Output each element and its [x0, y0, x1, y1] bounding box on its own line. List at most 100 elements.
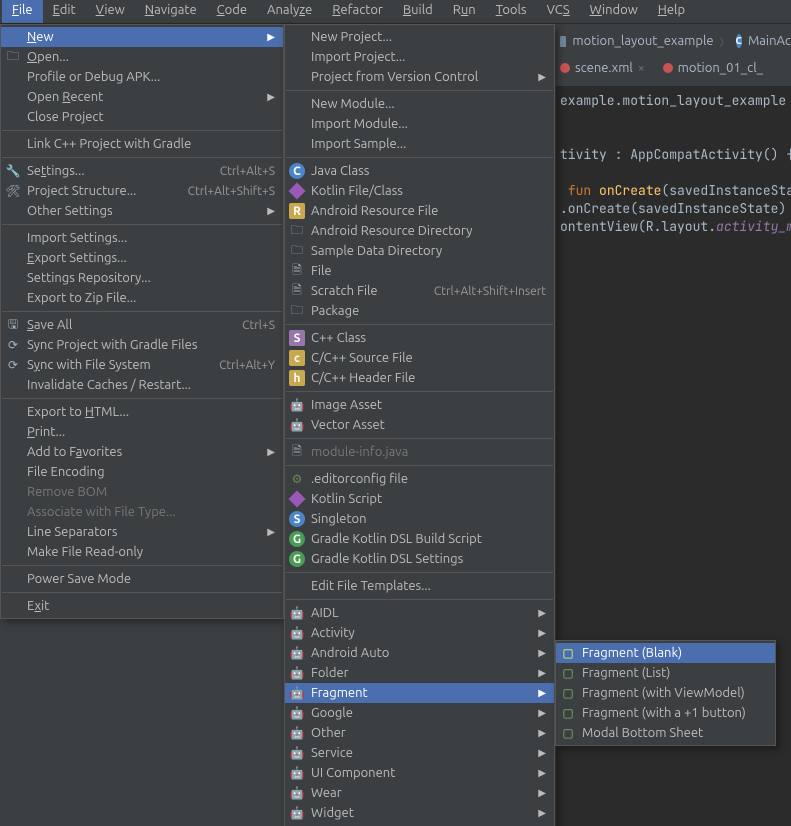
menu-item-readonly[interactable]: Make File Read-only: [1, 542, 283, 562]
menu-item-fragment-blank[interactable]: ▢Fragment (Blank): [556, 643, 775, 663]
menu-item-android-resource-dir[interactable]: 🗀Android Resource Directory: [285, 221, 554, 241]
menu-item-assoc-file-type: Associate with File Type...: [1, 502, 283, 522]
menu-item-cpp-source[interactable]: cC/C++ Source File: [285, 348, 554, 368]
menubar-item-build[interactable]: Build: [393, 0, 443, 23]
android-icon: 🤖: [289, 397, 305, 413]
menu-item-import-settings[interactable]: Import Settings...: [1, 228, 283, 248]
menu-item-profile-apk[interactable]: Profile or Debug APK...: [1, 67, 283, 87]
menu-item-other[interactable]: 🤖Other▶: [285, 723, 554, 743]
cpp-source-icon: c: [289, 350, 305, 366]
menu-item-project-structure[interactable]: 🛠Project Structure...Ctrl+Alt+Shift+S: [1, 181, 283, 201]
separator: [2, 157, 282, 158]
separator: [286, 465, 553, 466]
separator: [286, 572, 553, 573]
menu-item-open-recent[interactable]: Open Recent▶: [1, 87, 283, 107]
menu-item-fragment[interactable]: 🤖Fragment▶: [285, 683, 554, 703]
menu-item-module-info: 🗎module-info.java: [285, 442, 554, 462]
menu-item-file-encoding[interactable]: File Encoding: [1, 462, 283, 482]
menu-item-gradle-kts-build[interactable]: GGradle Kotlin DSL Build Script: [285, 529, 554, 549]
menu-item-sample-data-dir[interactable]: 🗀Sample Data Directory: [285, 241, 554, 261]
menu-item-save-all[interactable]: 🖫Save AllCtrl+S: [1, 315, 283, 335]
menubar-item-edit[interactable]: Edit: [43, 0, 86, 23]
menu-item-import-sample[interactable]: Import Sample...: [285, 134, 554, 154]
menu-item-settings[interactable]: 🔧Settings...Ctrl+Alt+S: [1, 161, 283, 181]
menu-item-google[interactable]: 🤖Google▶: [285, 703, 554, 723]
menu-item-import-module[interactable]: Import Module...: [285, 114, 554, 134]
menu-item-add-favorites[interactable]: Add to Favorites▶: [1, 442, 283, 462]
java-class-icon: C: [289, 163, 305, 179]
file-menu: New▶ 🗀Open... Profile or Debug APK... Op…: [0, 24, 284, 619]
menu-item-gradle-kts-settings[interactable]: GGradle Kotlin DSL Settings: [285, 549, 554, 569]
menu-item-project-from-vcs[interactable]: Project from Version Control▶: [285, 67, 554, 87]
menu-item-power-save[interactable]: Power Save Mode: [1, 569, 283, 589]
menu-item-activity[interactable]: 🤖Activity▶: [285, 623, 554, 643]
menu-item-fragment-list[interactable]: ▢Fragment (List): [556, 663, 775, 683]
menu-item-scratch[interactable]: 🗎Scratch FileCtrl+Alt+Shift+Insert: [285, 281, 554, 301]
menubar-item-view[interactable]: View: [86, 0, 135, 23]
editor-tab-scene[interactable]: scene.xml ×: [560, 61, 645, 75]
menu-item-new-module[interactable]: New Module...: [285, 94, 554, 114]
menubar-item-tools[interactable]: Tools: [486, 0, 537, 23]
close-icon[interactable]: ×: [638, 62, 645, 75]
menubar-item-vcs[interactable]: VCS: [537, 0, 580, 23]
menu-item-android-resource-file[interactable]: RAndroid Resource File: [285, 201, 554, 221]
menu-item-exit[interactable]: Exit: [1, 596, 283, 616]
menu-item-fragment-viewmodel[interactable]: ▢Fragment (with ViewModel): [556, 683, 775, 703]
menu-item-settings-repo[interactable]: Settings Repository...: [1, 268, 283, 288]
menu-item-vector-asset[interactable]: 🤖Vector Asset: [285, 415, 554, 435]
menu-item-sync-fs[interactable]: ⟳Sync with File SystemCtrl+Alt+Y: [1, 355, 283, 375]
menu-item-singleton[interactable]: SSingleton: [285, 509, 554, 529]
menu-item-open[interactable]: 🗀Open...: [1, 47, 283, 67]
menu-item-ui-component[interactable]: 🤖UI Component▶: [285, 763, 554, 783]
menu-item-android-auto[interactable]: 🤖Android Auto▶: [285, 643, 554, 663]
menu-item-close-project[interactable]: Close Project: [1, 107, 283, 127]
menu-item-cpp-class[interactable]: SC++ Class: [285, 328, 554, 348]
menu-item-cpp-header[interactable]: hC/C++ Header File: [285, 368, 554, 388]
breadcrumb-class[interactable]: MainAc: [748, 34, 791, 48]
menubar-item-refactor[interactable]: Refactor: [322, 0, 393, 23]
menu-item-modal-bottom-sheet[interactable]: ▢Modal Bottom Sheet: [556, 723, 775, 743]
menubar-item-run[interactable]: Run: [443, 0, 486, 23]
menu-item-export-settings[interactable]: Export Settings...: [1, 248, 283, 268]
menu-item-service[interactable]: 🤖Service▶: [285, 743, 554, 763]
menu-item-new-project[interactable]: New Project...: [285, 27, 554, 47]
menu-item-invalidate[interactable]: Invalidate Caches / Restart...: [1, 375, 283, 395]
menu-item-other-settings[interactable]: Other Settings▶: [1, 201, 283, 221]
menubar-item-analyze[interactable]: Analyze: [257, 0, 322, 23]
menu-item-link-cpp[interactable]: Link C++ Project with Gradle: [1, 134, 283, 154]
editor-tab-motion[interactable]: motion_01_cl_: [663, 61, 763, 75]
menu-item-edit-templates[interactable]: Edit File Templates...: [285, 576, 554, 596]
menu-item-widget[interactable]: 🤖Widget▶: [285, 803, 554, 823]
menu-item-import-project[interactable]: Import Project...: [285, 47, 554, 67]
menu-item-package[interactable]: 🗀Package: [285, 301, 554, 321]
menu-item-line-separators[interactable]: Line Separators▶: [1, 522, 283, 542]
kotlin-icon: [289, 491, 305, 507]
menubar-item-navigate[interactable]: Navigate: [135, 0, 207, 23]
menu-item-aidl[interactable]: 🤖AIDL▶: [285, 603, 554, 623]
fragment-icon: ▢: [560, 645, 576, 661]
menu-item-editorconfig[interactable]: ⚙.editorconfig file: [285, 469, 554, 489]
menu-item-kotlin-file[interactable]: Kotlin File/Class: [285, 181, 554, 201]
menu-item-fragment-plus1[interactable]: ▢Fragment (with a +1 button): [556, 703, 775, 723]
menu-item-new[interactable]: New▶: [1, 27, 283, 47]
menu-item-java-class[interactable]: CJava Class: [285, 161, 554, 181]
menu-item-wear[interactable]: 🤖Wear▶: [285, 783, 554, 803]
scratch-file-icon: 🗎: [289, 283, 305, 299]
wrench-icon: 🔧: [5, 163, 21, 179]
menu-item-sync-gradle[interactable]: ⟳Sync Project with Gradle Files: [1, 335, 283, 355]
menubar-item-window[interactable]: Window: [580, 0, 648, 23]
menu-item-print[interactable]: Print...: [1, 422, 283, 442]
menubar-item-help[interactable]: Help: [648, 0, 695, 23]
menu-item-file[interactable]: 🗎File: [285, 261, 554, 281]
new-menu: New Project... Import Project... Project…: [284, 24, 555, 826]
menu-item-export-html[interactable]: Export to HTML...: [1, 402, 283, 422]
folder-icon: [560, 36, 566, 47]
menu-item-folder[interactable]: 🤖Folder▶: [285, 663, 554, 683]
menu-item-image-asset[interactable]: 🤖Image Asset: [285, 395, 554, 415]
menubar-item-code[interactable]: Code: [207, 0, 257, 23]
breadcrumb-folder[interactable]: motion_layout_example: [572, 34, 713, 48]
folder-icon: 🗀: [289, 223, 305, 239]
menu-item-export-zip[interactable]: Export to Zip File...: [1, 288, 283, 308]
menubar-item-file[interactable]: File: [2, 0, 43, 23]
menu-item-kotlin-script[interactable]: Kotlin Script: [285, 489, 554, 509]
